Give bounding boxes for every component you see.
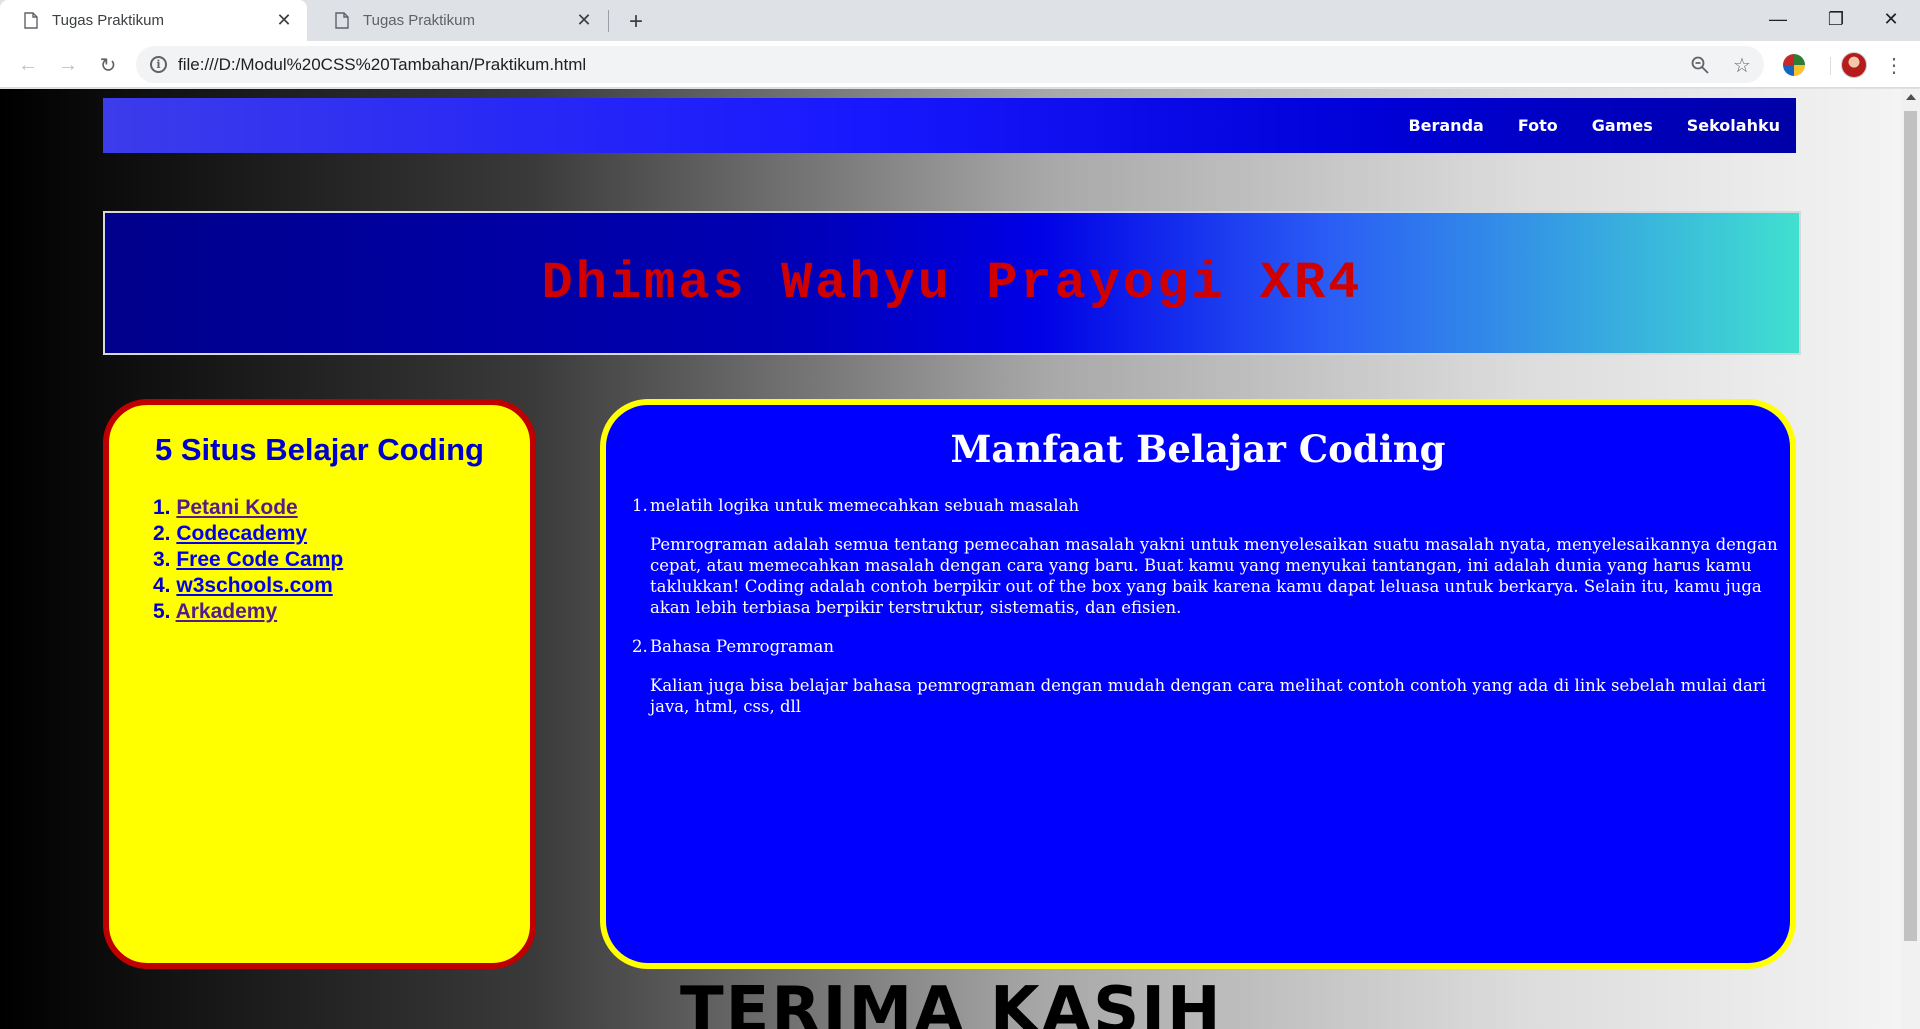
tab-title: Tugas Praktikum (363, 12, 475, 29)
close-icon[interactable]: ✕ (1862, 0, 1920, 38)
nav-item-beranda[interactable]: Beranda (1408, 116, 1483, 135)
benefits-title: Manfaat Belajar Coding (950, 427, 1446, 471)
top-navbar: Beranda Foto Games Sekolahku (103, 98, 1796, 153)
nav-item-foto[interactable]: Foto (1518, 116, 1558, 135)
footer-text: TERIMA KASIH (680, 974, 1223, 1029)
maximize-icon[interactable]: ❐ (1807, 0, 1865, 38)
link-w3schools[interactable]: w3schools.com (176, 574, 332, 597)
url-text[interactable]: file:///D:/Modul%20CSS%20Tambahan/Prakti… (178, 55, 586, 75)
benefits-list: 1. melatih logika untuk memecahkan sebua… (632, 495, 1790, 717)
list-number: 1. (632, 496, 648, 515)
bookmark-star-icon[interactable]: ☆ (1731, 54, 1753, 77)
tab-close-icon[interactable]: ✕ (275, 10, 293, 30)
extension-icon[interactable] (1783, 54, 1805, 76)
browser-tab[interactable]: Tugas Praktikum ✕ (311, 0, 607, 41)
tab-strip: Tugas Praktikum ✕ Tugas Praktikum ✕ + — … (0, 0, 1920, 41)
reload-icon[interactable]: ↻ (94, 51, 122, 79)
nav-item-sekolahku[interactable]: Sekolahku (1687, 116, 1780, 135)
minimize-icon[interactable]: — (1749, 0, 1807, 38)
list-item: 3. Free Code Camp (153, 548, 344, 571)
vertical-scrollbar[interactable] (1901, 89, 1920, 1029)
tab-close-icon[interactable]: ✕ (575, 10, 593, 30)
coding-sites-box: 5 Situs Belajar Coding 1. Petani Kode 2.… (103, 399, 536, 969)
new-tab-button[interactable]: + (622, 8, 650, 36)
link-free-code-camp[interactable]: Free Code Camp (176, 548, 343, 571)
coding-sites-title: 5 Situs Belajar Coding (154, 432, 484, 467)
coding-sites-list: 1. Petani Kode 2. Codecademy 3. Free Cod… (153, 495, 530, 625)
document-icon (24, 12, 38, 29)
nav-item-games[interactable]: Games (1592, 116, 1653, 135)
list-item: 2. Bahasa Pemrograman Kalian juga bisa b… (632, 636, 1790, 717)
scroll-up-icon[interactable] (1906, 94, 1916, 100)
document-icon (335, 12, 349, 29)
page-viewport: Beranda Foto Games Sekolahku Dhimas Wahy… (0, 89, 1901, 1029)
benefit-heading: melatih logika untuk memecahkan sebuah m… (650, 496, 1080, 515)
browser-toolbar: ← → ↻ i file:///D:/Modul%20CSS%20Tambaha… (0, 41, 1920, 88)
address-bar[interactable]: i file:///D:/Modul%20CSS%20Tambahan/Prak… (136, 46, 1764, 83)
benefit-body: Pemrograman adalah semua tentang pemecah… (650, 535, 1778, 617)
browser-tab-active[interactable]: Tugas Praktikum ✕ (0, 0, 307, 41)
list-item: 1. melatih logika untuk memecahkan sebua… (632, 495, 1790, 618)
info-icon[interactable]: i (150, 56, 167, 73)
list-number: 2. (632, 637, 648, 656)
link-codecademy[interactable]: Codecademy (176, 522, 307, 545)
toolbar-divider (1830, 57, 1831, 75)
menu-icon[interactable]: ⋮ (1882, 51, 1906, 79)
forward-icon[interactable]: → (54, 51, 82, 79)
list-item: 5. Arkademy (153, 600, 278, 623)
link-petani-kode[interactable]: Petani Kode (176, 496, 297, 519)
header-banner: Dhimas Wahyu Prayogi XR4 (103, 211, 1801, 355)
profile-avatar[interactable] (1841, 52, 1867, 78)
benefits-box: Manfaat Belajar Coding 1. melatih logika… (600, 399, 1796, 969)
scrollbar-thumb[interactable] (1904, 111, 1917, 941)
benefit-body: Kalian juga bisa belajar bahasa pemrogra… (650, 676, 1766, 716)
list-item: 1. Petani Kode (153, 496, 298, 519)
zoom-icon[interactable] (1689, 54, 1711, 76)
benefit-heading: Bahasa Pemrograman (650, 637, 834, 656)
back-icon[interactable]: ← (14, 51, 42, 79)
list-item: 2. Codecademy (153, 522, 308, 545)
tab-title: Tugas Praktikum (52, 12, 164, 29)
page-title: Dhimas Wahyu Prayogi XR4 (541, 253, 1363, 313)
link-arkademy[interactable]: Arkademy (176, 600, 278, 623)
list-item: 4. w3schools.com (153, 574, 333, 597)
tab-divider (608, 10, 609, 32)
